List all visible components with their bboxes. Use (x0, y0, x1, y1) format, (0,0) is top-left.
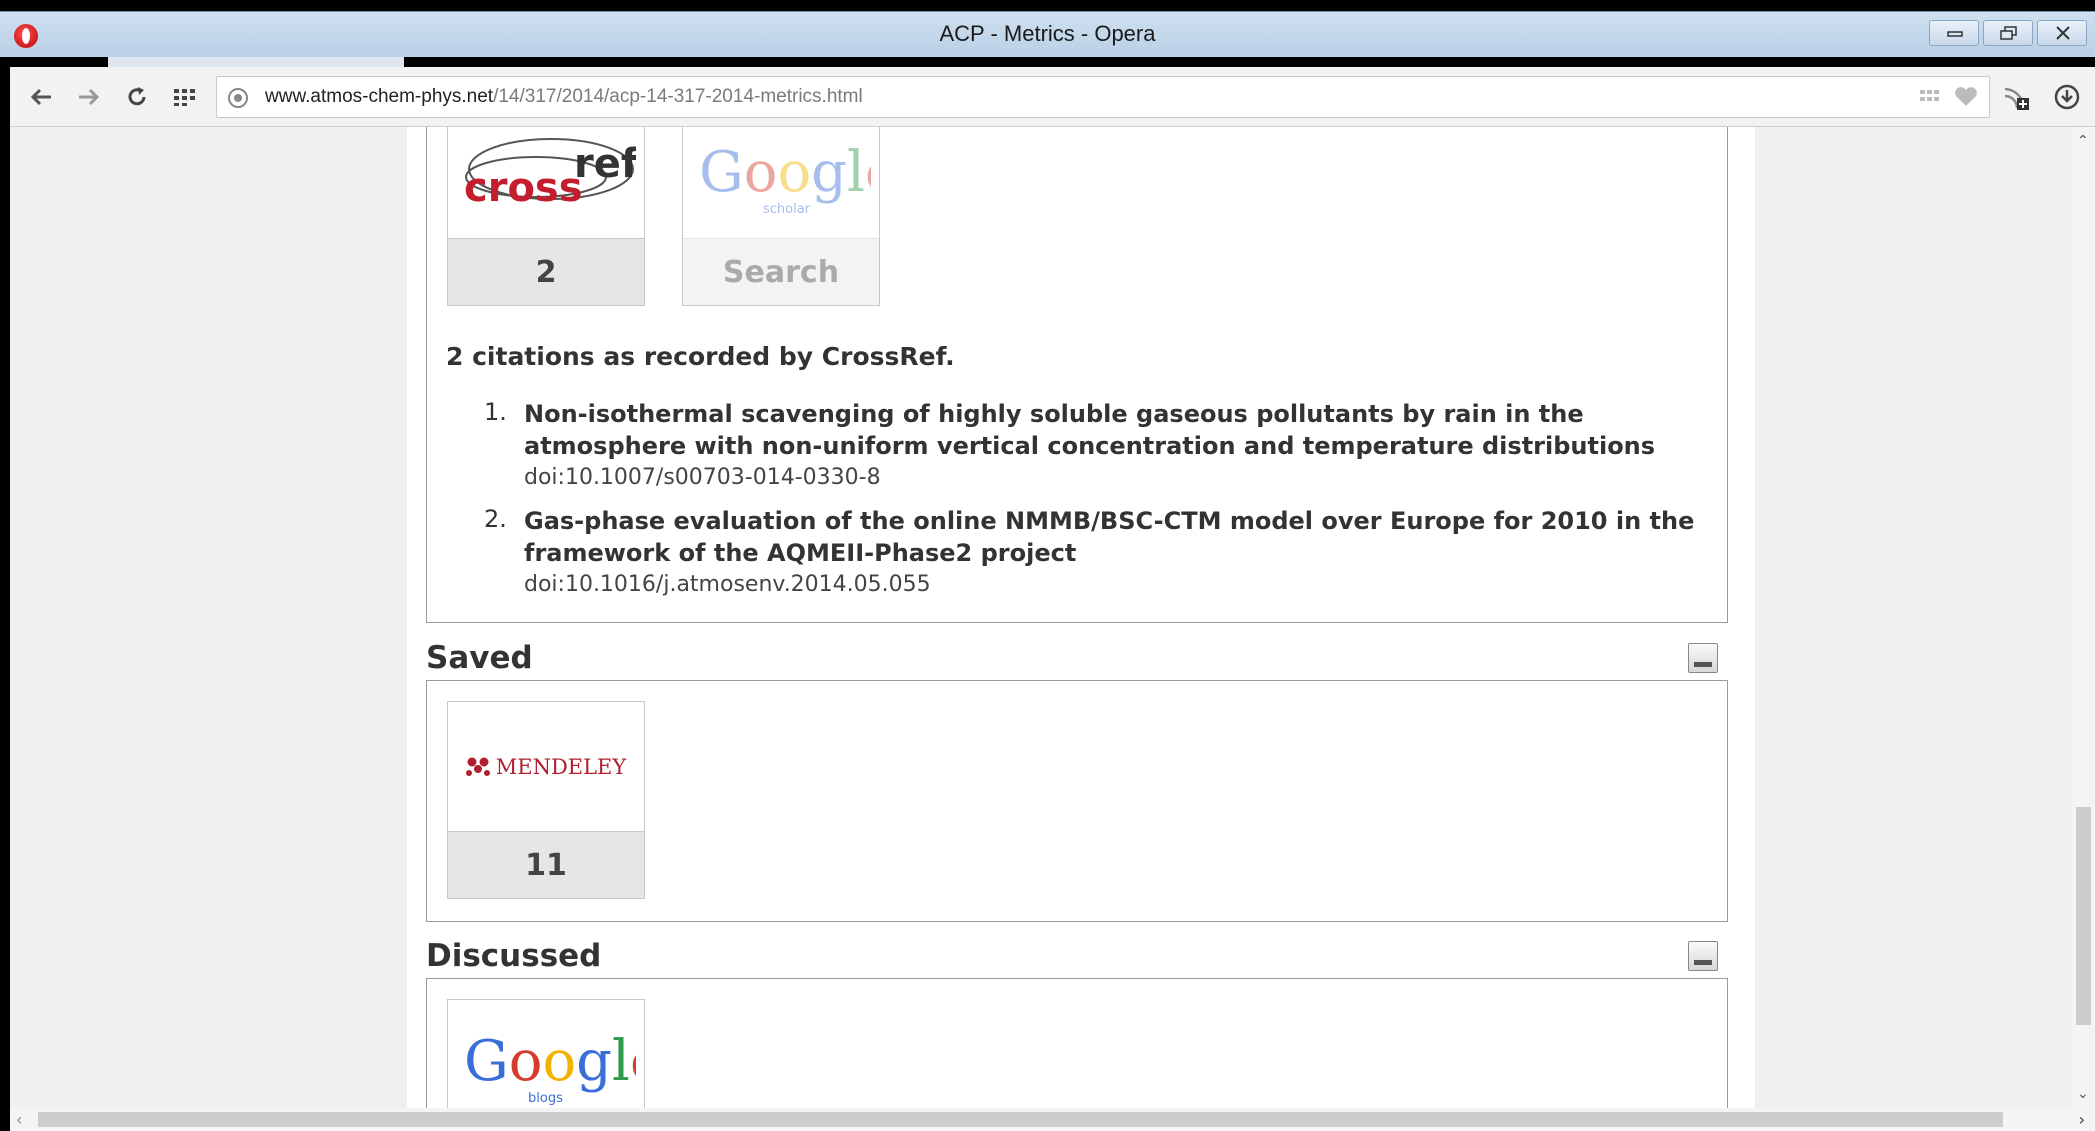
citation-list: 1. Non-isothermal scavenging of highly s… (484, 398, 1724, 612)
discussed-panel: Google blogs (426, 978, 1728, 1108)
news-feed-button[interactable] (2000, 81, 2034, 113)
active-tab[interactable] (108, 57, 404, 67)
window-controls (1929, 20, 2087, 46)
citation-title[interactable]: Non-isothermal scavenging of highly solu… (524, 398, 1724, 462)
download-icon (2054, 84, 2080, 110)
mendeley-logo-text: MENDELEY (495, 754, 627, 779)
google-scholar-subtext: scholar (763, 202, 811, 217)
restore-icon (2000, 26, 2017, 40)
minimize-icon (1947, 31, 1963, 37)
google-scholar-logo: Google scholar (683, 127, 879, 239)
horizontal-scrollbar[interactable]: ‹ › (10, 1108, 2095, 1131)
minimize-button[interactable] (1929, 20, 1979, 46)
citation-number: 2. (484, 505, 507, 533)
svg-text:ref: ref (574, 141, 636, 187)
discussed-collapse-button[interactable] (1688, 941, 1718, 971)
url-text[interactable]: www.atmos-chem-phys.net/14/317/2014/acp-… (265, 86, 863, 108)
crossref-logo: ref cross (448, 127, 644, 239)
saved-heading: Saved (426, 640, 533, 676)
back-button[interactable] (24, 81, 58, 113)
google-scholar-logo-icon: Google scholar (699, 140, 871, 217)
saved-panel: MENDELEY 11 (426, 680, 1728, 922)
close-icon (2056, 26, 2070, 40)
citations-heading: 2 citations as recorded by CrossRef. (446, 342, 955, 371)
citation-number: 1. (484, 398, 507, 426)
scroll-up-arrow-icon[interactable]: ⌃ (2077, 133, 2089, 149)
google-blogs-subtext: blogs (528, 1091, 563, 1106)
google-blogs-tile[interactable]: Google blogs (447, 999, 645, 1108)
cited-panel: ref cross 2 Google scholar Search 2 cita… (426, 127, 1728, 623)
crossref-tile[interactable]: ref cross 2 (447, 127, 645, 306)
address-bar-actions (1919, 86, 1979, 108)
url-path: /14/317/2014/acp-14-317-2014-metrics.htm… (493, 86, 863, 107)
back-arrow-icon (30, 88, 51, 106)
mendeley-logo-icon (465, 757, 490, 776)
mendeley-tile[interactable]: MENDELEY 11 (447, 701, 645, 899)
google-blogs-logo-icon: Google blogs (464, 1029, 636, 1106)
mendeley-logo: MENDELEY (448, 702, 644, 832)
page-viewport: ref cross 2 Google scholar Search 2 cita… (10, 127, 2072, 1108)
vertical-scrollbar[interactable]: ⌃ ⌄ (2072, 127, 2095, 1108)
address-bar[interactable]: www.atmos-chem-phys.net/14/317/2014/acp-… (216, 76, 1990, 118)
browser-toolbar: www.atmos-chem-phys.net/14/317/2014/acp-… (10, 67, 2095, 127)
forward-arrow-icon (79, 88, 100, 106)
speed-dial-button[interactable] (168, 81, 202, 113)
scroll-left-arrow-icon[interactable]: ‹ (16, 1110, 22, 1129)
restore-button[interactable] (1983, 20, 2033, 46)
window-titlebar: ACP - Metrics - Opera (0, 11, 2095, 57)
saved-collapse-button[interactable] (1688, 643, 1718, 673)
crossref-count: 2 (448, 239, 644, 305)
scroll-right-arrow-icon[interactable]: › (2079, 1110, 2085, 1129)
svg-text:Google: Google (464, 1029, 636, 1094)
google-scholar-search-label: Search (683, 239, 879, 305)
speed-dial-add-icon[interactable] (1919, 86, 1941, 108)
window-title: ACP - Metrics - Opera (939, 21, 1156, 46)
grid-icon (174, 89, 195, 106)
google-scholar-tile[interactable]: Google scholar Search (682, 127, 880, 306)
citation-doi[interactable]: doi:10.1016/j.atmosenv.2014.05.055 (524, 569, 1724, 601)
heart-icon[interactable] (1953, 86, 1979, 108)
crossref-logo-icon: ref cross (464, 137, 636, 211)
rss-icon (2004, 87, 2029, 110)
close-button[interactable] (2037, 20, 2087, 46)
vertical-scroll-thumb[interactable] (2076, 807, 2091, 1025)
reload-icon (128, 87, 146, 106)
svg-text:Google: Google (699, 140, 871, 205)
downloads-button[interactable] (2050, 81, 2084, 113)
metrics-content: ref cross 2 Google scholar Search 2 cita… (407, 127, 1755, 1108)
citation-item: 1. Non-isothermal scavenging of highly s… (484, 398, 1724, 494)
forward-button[interactable] (72, 81, 106, 113)
citation-doi[interactable]: doi:10.1007/s00703-014-0330-8 (524, 462, 1724, 494)
tab-strip (0, 57, 2095, 67)
url-host: www.atmos-chem-phys.net (265, 86, 494, 107)
citation-title[interactable]: Gas-phase evaluation of the online NMMB/… (524, 505, 1724, 569)
mendeley-count: 11 (448, 832, 644, 898)
google-blogs-logo: Google blogs (448, 1000, 644, 1108)
horizontal-scroll-thumb[interactable] (38, 1112, 2003, 1127)
reload-button[interactable] (120, 81, 154, 113)
site-info-icon[interactable] (227, 87, 249, 109)
svg-text:cross: cross (464, 165, 583, 211)
discussed-heading: Discussed (426, 938, 602, 974)
citation-item: 2. Gas-phase evaluation of the online NM… (484, 505, 1724, 601)
scroll-down-arrow-icon[interactable]: ⌄ (2077, 1086, 2089, 1102)
